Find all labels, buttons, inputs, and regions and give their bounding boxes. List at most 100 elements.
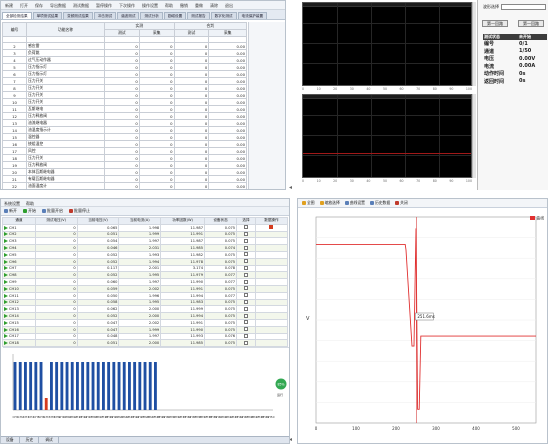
play-icon[interactable] xyxy=(4,314,8,319)
play-icon[interactable] xyxy=(4,320,8,325)
select-checkbox[interactable] xyxy=(243,279,248,284)
play-icon[interactable] xyxy=(4,246,8,251)
select-checkbox[interactable] xyxy=(243,259,248,264)
fit-button[interactable]: 全图 xyxy=(302,200,315,205)
channel-row[interactable]: CH2 0 0.051 1.999 11.991 0.075 xyxy=(2,230,289,239)
table-row[interactable]: 14 油温度指示计 0 0 0 0.00 xyxy=(2,126,247,135)
play-icon[interactable] xyxy=(4,293,8,298)
select-checkbox[interactable] xyxy=(243,225,248,230)
waveform-select[interactable] xyxy=(501,4,546,10)
tab-protection[interactable]: 电流保护装置 xyxy=(237,12,268,19)
table-row[interactable]: 15 温控器 0 0 0 0.00 xyxy=(2,133,247,142)
play-icon[interactable] xyxy=(4,225,8,230)
select-checkbox[interactable] xyxy=(243,306,248,311)
select-checkbox[interactable] xyxy=(243,286,248,291)
table-row[interactable]: 5 压力指示灯 0 0 0 0.00 xyxy=(2,63,247,72)
select-checkbox[interactable] xyxy=(243,313,248,318)
channel-row[interactable]: CH17 0 0.048 1.997 11.993 0.076 xyxy=(2,332,289,341)
table-row[interactable]: 16 绕组温控 0 0 0 0.00 xyxy=(2,140,247,149)
menu-item[interactable]: 新建 xyxy=(5,3,13,8)
menu-item[interactable]: 打开 xyxy=(20,3,28,8)
channel-row[interactable]: CH10 0 0.059 2.002 11.991 0.075 xyxy=(2,284,289,293)
channel-row[interactable]: CH12 0 0.058 1.995 11.983 0.075 xyxy=(2,298,289,307)
menu-item[interactable]: 暂停操作 xyxy=(96,3,112,8)
channel-row[interactable]: CH13 0 0.062 2.000 11.999 0.075 xyxy=(2,305,289,314)
table-row[interactable]: 7 压力开关 0 0 0 0.00 xyxy=(2,77,247,86)
batch-stop-button[interactable]: 批量停止 xyxy=(69,208,90,213)
menu-item[interactable]: 帮助 xyxy=(165,3,173,8)
channel-row[interactable]: CH14 0 0.052 2.000 11.994 0.075 xyxy=(2,312,289,320)
channel-row[interactable]: CH18 0 0.051 2.000 11.985 0.075 xyxy=(2,339,289,348)
select-checkbox[interactable] xyxy=(243,272,248,277)
play-icon[interactable] xyxy=(4,341,8,346)
tab-history[interactable]: 历史 xyxy=(21,437,40,443)
channel-row[interactable]: CH5 0 0.052 1.993 11.982 0.075 xyxy=(2,250,289,259)
channel-row[interactable]: CH1 0 0.065 1.998 11.987 0.075 xyxy=(2,223,289,232)
tab-debug[interactable]: 调试 xyxy=(40,437,59,443)
play-icon[interactable] xyxy=(4,259,8,264)
table-row[interactable]: 6 压力指示灯 0 0 0 0.00 xyxy=(2,70,247,79)
menu-item[interactable]: 保存 xyxy=(35,3,43,8)
select-checkbox[interactable] xyxy=(243,334,248,338)
table-row[interactable]: 19 压力释放阀 0 0 0 0.00 xyxy=(2,161,247,170)
tab-single-results[interactable]: 单项测试结果 xyxy=(32,12,63,19)
table-row[interactable]: 17 风控 0 0 0 0.00 xyxy=(2,147,247,156)
channel-row[interactable]: CH11 0 0.050 1.996 11.994 0.077 xyxy=(2,291,289,300)
tab-excitation[interactable]: 励磁设置 xyxy=(163,12,187,19)
channel-row[interactable]: CH9 0 0.060 1.997 11.990 0.077 xyxy=(2,278,289,286)
channel-row[interactable]: CH8 0 0.052 1.995 11.979 0.077 xyxy=(2,271,289,280)
batch-start-button[interactable]: 批量开启 xyxy=(42,208,63,213)
select-checkbox[interactable] xyxy=(243,327,248,332)
menu-item[interactable]: 操作设置 xyxy=(142,3,158,8)
select-checkbox[interactable] xyxy=(243,340,248,345)
table-row[interactable]: 22 油面温度计 0 0 0 0.00 xyxy=(2,182,247,189)
tab-freq-results[interactable]: 变频测试结果 xyxy=(63,12,93,19)
play-icon[interactable] xyxy=(4,252,8,257)
table-row[interactable]: 10 压力开关 0 0 0 0.00 xyxy=(2,98,247,107)
history-button[interactable]: 历史数据 xyxy=(369,200,390,205)
play-icon[interactable] xyxy=(4,286,8,291)
menu-item[interactable]: 下次操作 xyxy=(119,3,135,8)
tab-harmonic-test[interactable]: 谐波测试 xyxy=(117,12,140,19)
select-checkbox[interactable] xyxy=(243,238,248,243)
play-icon[interactable] xyxy=(4,266,8,271)
select-checkbox[interactable] xyxy=(243,252,248,257)
table-row[interactable]: 9 压力开关 0 0 0 0.00 xyxy=(2,91,247,100)
table-row[interactable]: 18 压力开关 0 0 0 0.00 xyxy=(2,154,247,163)
new-button[interactable]: 新开 xyxy=(4,208,17,213)
menu-item[interactable]: 清除 xyxy=(210,3,218,8)
channel-row[interactable]: CH6 0 0.052 1.994 11.978 0.075 xyxy=(2,257,289,266)
menu-item[interactable]: 退出 xyxy=(225,3,233,8)
scope-scrollbar[interactable] xyxy=(472,2,476,86)
tab-report[interactable]: 测试报告 xyxy=(187,12,210,19)
table-row[interactable]: 20 本体瓦斯继电器 0 0 0 0.00 xyxy=(2,168,247,177)
play-icon[interactable] xyxy=(4,327,8,332)
play-icon[interactable] xyxy=(4,334,8,339)
table-row[interactable]: 8 压力开关 0 0 0 0.00 xyxy=(2,84,247,93)
channel-row[interactable]: CH3 0 0.054 1.997 11.987 0.075 xyxy=(2,237,289,246)
menu-item[interactable]: 导出数据 xyxy=(50,3,66,8)
channel-row[interactable]: CH7 0 0.117 2.001 3.174 0.078 xyxy=(2,264,289,273)
zoom-select-button[interactable]: 缩放选择 xyxy=(319,200,340,205)
tab-digital[interactable]: 数字化测试 xyxy=(210,12,237,19)
play-icon[interactable] xyxy=(4,232,8,237)
table-row[interactable]: 11 瓦斯继电 0 0 0 0.00 xyxy=(2,105,247,114)
curve-settings-button[interactable]: 曲线设置 xyxy=(344,200,365,205)
menu-item[interactable]: 测试数据 xyxy=(73,3,89,8)
menu-item[interactable]: 撤销 xyxy=(180,3,188,8)
channel-row[interactable]: CH15 0 0.047 2.002 11.991 0.075 xyxy=(2,318,289,327)
table-row[interactable]: 21 有载瓦斯继电器 0 0 0 0.00 xyxy=(2,175,247,184)
tab-all-results[interactable]: 全部检测结果 xyxy=(2,12,32,19)
table-row[interactable]: 12 压力释放阀 0 0 0 0.00 xyxy=(2,112,247,121)
next-loop-button[interactable]: 第一回路 xyxy=(518,20,544,27)
prev-loop-button[interactable]: 第一回路 xyxy=(482,20,508,27)
channel-row[interactable]: CH4 0 0.046 2.031 11.985 0.074 xyxy=(2,244,289,252)
tab-impact-test[interactable]: 冲击测试 xyxy=(93,12,117,19)
play-icon[interactable] xyxy=(4,280,8,285)
select-checkbox[interactable] xyxy=(243,245,248,250)
close-button[interactable]: 关闭 xyxy=(395,200,408,205)
menu-item[interactable]: 系统设置 xyxy=(4,201,20,206)
play-icon[interactable] xyxy=(4,273,8,278)
channel-row[interactable]: CH16 0 0.047 1.999 11.990 0.075 xyxy=(2,325,289,334)
scope-scrollbar[interactable] xyxy=(472,94,476,178)
